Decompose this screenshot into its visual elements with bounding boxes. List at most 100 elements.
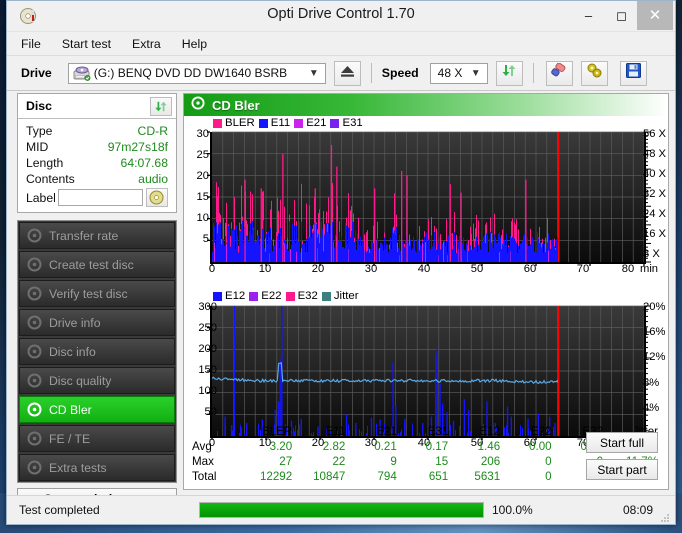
y-tick: 30 (196, 128, 209, 140)
y2-tick: 16% (643, 326, 666, 338)
start-part-button[interactable]: Start part (586, 459, 658, 480)
bler-chart-legend: BLER E11 E21 E31 (213, 117, 363, 129)
menu-item-help[interactable]: Help (182, 37, 207, 51)
sidebar-item-disc-info[interactable]: Disc info (19, 338, 175, 365)
eject-icon (339, 64, 356, 83)
close-button[interactable]: ✕ (637, 1, 673, 30)
title-bar: Opti Drive Control 1.70 – ◻ ✕ (7, 1, 675, 32)
row-label: Avg (192, 440, 212, 453)
sidebar-item-extra-tests[interactable]: Extra tests (19, 454, 175, 481)
disc-icon (27, 315, 42, 330)
drive-icon (73, 66, 91, 82)
cell: 206 (480, 455, 501, 468)
row-value: audio (138, 172, 168, 186)
cell: 9 (390, 455, 397, 468)
y2-tick: 12% (643, 351, 666, 363)
row-key: Type (26, 124, 53, 138)
legend-swatch (258, 118, 268, 128)
settings-button[interactable] (580, 60, 608, 86)
drive-select[interactable]: (G:) BENQ DVD DD DW1640 BSRB ▼ (67, 62, 326, 84)
panel-title: CD Bler (212, 97, 260, 113)
cell: 0 (545, 470, 552, 483)
menu-item-extra[interactable]: Extra (132, 37, 161, 51)
disc-icon (27, 460, 42, 475)
menu-item-start-test[interactable]: Start test (62, 37, 111, 51)
legend-item-e22: E22 (249, 290, 282, 302)
legend-label: E22 (261, 290, 282, 302)
start-full-button[interactable]: Start full (586, 432, 658, 453)
y2-tick: 56 X (643, 128, 667, 140)
menu-item-file[interactable]: File (21, 37, 41, 51)
legend-label: E32 (297, 290, 318, 302)
statistics-table: BLER E11 E21 E31 E12 E22 E32 Jitter Avg (190, 424, 662, 486)
sidebar-item-label: Disc info (49, 344, 96, 359)
cell: 2.82 (322, 440, 346, 453)
chevron-down-icon: ▼ (308, 67, 319, 79)
stats-col-e21: E21 (376, 425, 397, 438)
gears-icon (586, 63, 603, 83)
legend-swatch (285, 291, 295, 301)
x-tick: 10 (258, 263, 272, 275)
row-value: CD-R (137, 124, 168, 138)
y-tick: 15 (196, 191, 209, 203)
sidebar-item-disc-quality[interactable]: Disc quality (19, 367, 175, 394)
eraser-icon (550, 62, 568, 83)
sidebar-item-cd-bler[interactable]: CD Bler (19, 396, 175, 423)
y-tick: 50 (204, 406, 217, 418)
disc-row-mid: MID 97m27s18f (26, 139, 168, 155)
row-value: 97m27s18f (107, 140, 168, 154)
save-button[interactable] (619, 60, 647, 86)
y-tick: 20 (196, 170, 209, 182)
disc-row-length: Length 64:07.68 (26, 155, 168, 171)
cell: 12292 (259, 470, 293, 483)
stats-col-e12: E12 (479, 425, 501, 438)
speed-select[interactable]: 48 X ▼ (429, 62, 488, 84)
sidebar-item-transfer-rate[interactable]: Transfer rate (19, 222, 175, 249)
sidebar-item-drive-info[interactable]: Drive info (19, 309, 175, 336)
x-tick: 70 (576, 263, 590, 275)
y2-tick: 24 X (643, 208, 667, 220)
eject-button[interactable] (333, 60, 361, 86)
y2-tick: 16 X (643, 228, 667, 240)
disc-panel-header: Disc (18, 94, 176, 119)
test-mode-list: Transfer rate Create test disc Verify te… (17, 220, 177, 483)
sidebar-item-create-test-disc[interactable]: Create test disc (19, 251, 175, 278)
y2-tick: 40 X (643, 168, 667, 180)
stats-col-bler: BLER (261, 425, 293, 438)
legend-swatch (321, 291, 331, 301)
floppy-save-icon (625, 63, 641, 83)
progress-percent: 100.0% (492, 503, 533, 517)
x-tick: 20 (311, 263, 325, 275)
erase-button[interactable] (545, 60, 573, 86)
y2-tick: 8% (643, 377, 660, 389)
refresh-button[interactable] (495, 60, 523, 86)
sidebar-item-fe-te[interactable]: FE / TE (19, 425, 175, 452)
row-label: Total (192, 470, 217, 483)
sidebar-item-verify-test-disc[interactable]: Verify test disc (19, 280, 175, 307)
label-input[interactable] (58, 189, 144, 206)
cell: 3.20 (269, 440, 293, 453)
legend-label: BLER (225, 117, 255, 129)
x-tick: 60 (523, 263, 537, 275)
progress-bar (199, 502, 484, 518)
speed-value: 48 X (437, 66, 463, 80)
stats-corner (190, 424, 238, 439)
minimize-button[interactable]: – (572, 1, 605, 30)
elapsed-time: 08:09 (622, 503, 653, 517)
y2-tick: 48 X (643, 148, 667, 160)
maximize-button[interactable]: ◻ (605, 1, 638, 30)
e12-chart-legend: E12 E22 E32 Jitter (213, 290, 359, 302)
cd-disc-icon (191, 95, 205, 115)
cell: 5631 (474, 470, 501, 483)
legend-item-e12: E12 (213, 290, 245, 302)
panel-header: CD Bler (184, 94, 668, 116)
disc-refresh-button[interactable] (150, 96, 172, 116)
disc-icon (27, 228, 42, 243)
y-tick: 5 (202, 233, 209, 245)
disc-label-button[interactable] (145, 188, 168, 207)
cell: 15 (435, 455, 449, 468)
resize-grip-icon[interactable] (660, 510, 670, 522)
legend-label: E21 (306, 117, 327, 129)
left-panel: Disc Type CD-R MID 97m27s18f Length 64:0… (17, 93, 177, 510)
x-axis-label: min (640, 263, 659, 275)
